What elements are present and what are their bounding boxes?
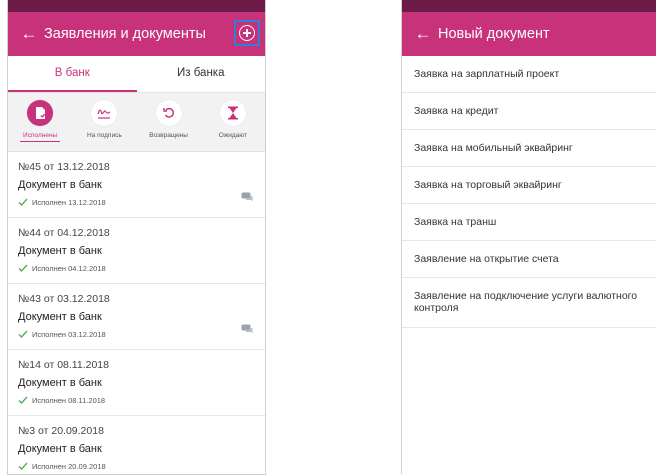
filter-waiting[interactable]: Ожидают [201, 93, 265, 151]
document-status: Исполнен 20.09.2018 [18, 461, 255, 471]
filter-waiting-label: Ожидают [218, 132, 247, 139]
document-title: Документ в банк [18, 443, 102, 455]
check-icon [18, 264, 28, 272]
tab-to-bank[interactable]: В банк [8, 56, 137, 92]
document-number: №44 от 04.12.2018 [18, 227, 110, 239]
back-arrow-icon[interactable]: ← [408, 24, 438, 44]
document-row[interactable]: №14 от 08.11.2018 Документ в банк Исполн… [8, 350, 265, 416]
plus-circle-icon [239, 25, 255, 41]
list-item-trade-acquiring[interactable]: Заявка на торговый эквайринг [402, 167, 656, 204]
document-number: №43 от 03.12.2018 [18, 293, 110, 305]
filter-returned[interactable]: Возвращены [137, 93, 201, 151]
document-title: Документ в банк [18, 179, 102, 191]
page-title: Заявления и документы [44, 26, 206, 42]
document-number: №3 от 20.09.2018 [18, 425, 104, 437]
chat-icon[interactable] [241, 192, 253, 202]
check-icon [18, 198, 28, 206]
document-status: Исполнен 13.12.2018 [18, 197, 255, 207]
document-title: Документ в банк [18, 311, 102, 323]
document-status: Исполнен 03.12.2018 [18, 329, 255, 339]
chat-icon[interactable] [241, 324, 253, 334]
filter-executed-label: Исполнены [20, 132, 61, 142]
document-status: Исполнен 04.12.2018 [18, 263, 255, 273]
document-row[interactable]: №3 от 20.09.2018 Документ в банк Исполне… [8, 416, 265, 474]
return-icon [155, 100, 182, 126]
document-list: №45 от 13.12.2018 Документ в банк Исполн… [8, 152, 265, 474]
filter-to-sign-label: На подпись [87, 132, 122, 139]
status-filters: Исполнены На подпись Возвращены Ожидают [8, 93, 265, 152]
documents-screen: ← Заявления и документы В банк Из банка … [7, 0, 266, 475]
list-item-tranche[interactable]: Заявка на транш [402, 204, 656, 241]
add-document-button[interactable] [234, 20, 260, 46]
doc-check-icon [27, 100, 54, 126]
status-bar [8, 0, 265, 12]
tab-from-bank[interactable]: Из банка [137, 56, 266, 92]
document-title: Документ в банк [18, 245, 102, 257]
document-row[interactable]: №44 от 04.12.2018 Документ в банк Исполн… [8, 218, 265, 284]
direction-tabs: В банк Из банка [8, 56, 265, 93]
check-icon [18, 462, 28, 470]
page-title: Новый документ [438, 26, 550, 42]
check-icon [18, 396, 28, 404]
filter-returned-label: Возвращены [149, 132, 188, 139]
list-item-mobile-acquiring[interactable]: Заявка на мобильный эквайринг [402, 130, 656, 167]
filter-to-sign[interactable]: На подпись [72, 93, 136, 151]
document-number: №14 от 08.11.2018 [18, 359, 109, 371]
list-item-credit[interactable]: Заявка на кредит [402, 93, 656, 130]
signature-icon [91, 100, 118, 126]
document-status-text: Исполнен 04.12.2018 [32, 263, 106, 273]
app-bar: ← Заявления и документы [8, 12, 265, 56]
document-row[interactable]: №45 от 13.12.2018 Документ в банк Исполн… [8, 152, 265, 218]
document-status-text: Исполнен 13.12.2018 [32, 197, 106, 207]
hourglass-icon [219, 100, 246, 126]
list-item-open-account[interactable]: Заявление на открытие счета [402, 241, 656, 278]
new-document-screen: ← Новый документ Заявка на зарплатный пр… [401, 0, 656, 474]
check-icon [18, 330, 28, 338]
document-status-text: Исполнен 03.12.2018 [32, 329, 106, 339]
list-item-salary-project[interactable]: Заявка на зарплатный проект [402, 56, 656, 93]
document-status-text: Исполнен 08.11.2018 [32, 395, 106, 405]
document-row[interactable]: №43 от 03.12.2018 Документ в банк Исполн… [8, 284, 265, 350]
filter-executed[interactable]: Исполнены [8, 93, 72, 151]
document-type-list: Заявка на зарплатный проект Заявка на кр… [402, 56, 656, 328]
app-bar: ← Новый документ [402, 12, 656, 56]
status-bar [402, 0, 656, 12]
document-number: №45 от 13.12.2018 [18, 161, 110, 173]
document-status: Исполнен 08.11.2018 [18, 395, 255, 405]
document-status-text: Исполнен 20.09.2018 [32, 461, 106, 471]
back-arrow-icon[interactable]: ← [14, 24, 44, 44]
document-title: Документ в банк [18, 377, 102, 389]
list-item-currency-control[interactable]: Заявление на подключение услуги валютног… [402, 278, 656, 328]
